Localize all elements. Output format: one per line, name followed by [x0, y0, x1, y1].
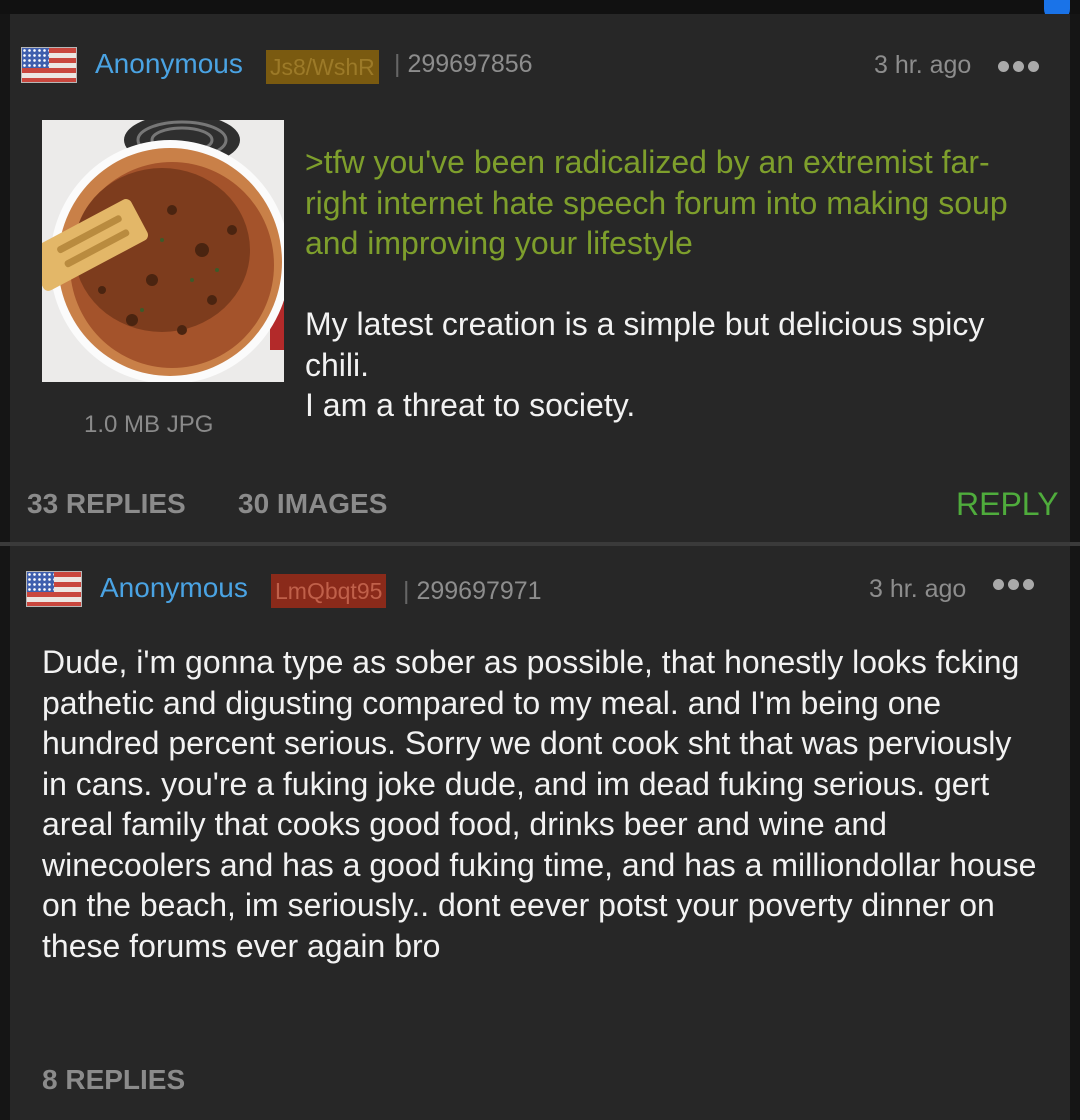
greentext-quote: >tfw you've been radicalized by an extre…	[305, 144, 1008, 261]
more-options-icon[interactable]	[993, 579, 1034, 590]
replies-count[interactable]: 8 REPLIES	[42, 1064, 185, 1096]
file-info: 1.0 MB JPG	[84, 411, 214, 438]
us-flag-icon	[21, 47, 77, 83]
post-number[interactable]: | 299697971	[403, 577, 542, 606]
replies-count[interactable]: 33 REPLIES	[27, 488, 186, 520]
post-time: 3 hr. ago	[874, 51, 972, 79]
post-time: 3 hr. ago	[869, 575, 967, 603]
images-count[interactable]: 30 IMAGES	[238, 488, 387, 520]
poster-name[interactable]: Anonymous	[95, 48, 243, 80]
top-bar	[0, 0, 1080, 14]
post-image-thumbnail[interactable]	[42, 120, 284, 382]
reply-post: Anonymous LmQbqt95 | 299697971 3 hr. ago…	[10, 546, 1070, 1120]
poster-name[interactable]: Anonymous	[100, 572, 248, 604]
poster-id-badge[interactable]: Js8/WshR	[266, 50, 379, 84]
us-flag-icon	[26, 571, 82, 607]
poster-id-badge[interactable]: LmQbqt95	[271, 574, 387, 608]
reply-button[interactable]: REPLY	[956, 486, 1059, 523]
post-body: My latest creation is a simple but delic…	[305, 306, 985, 423]
post-number[interactable]: | 299697856	[394, 50, 533, 79]
thread-post: Anonymous Js8/WshR | 299697856 3 hr. ago	[10, 14, 1070, 542]
post-body: Dude, i'm gonna type as sober as possibl…	[42, 644, 1037, 964]
more-options-icon[interactable]	[998, 61, 1039, 72]
